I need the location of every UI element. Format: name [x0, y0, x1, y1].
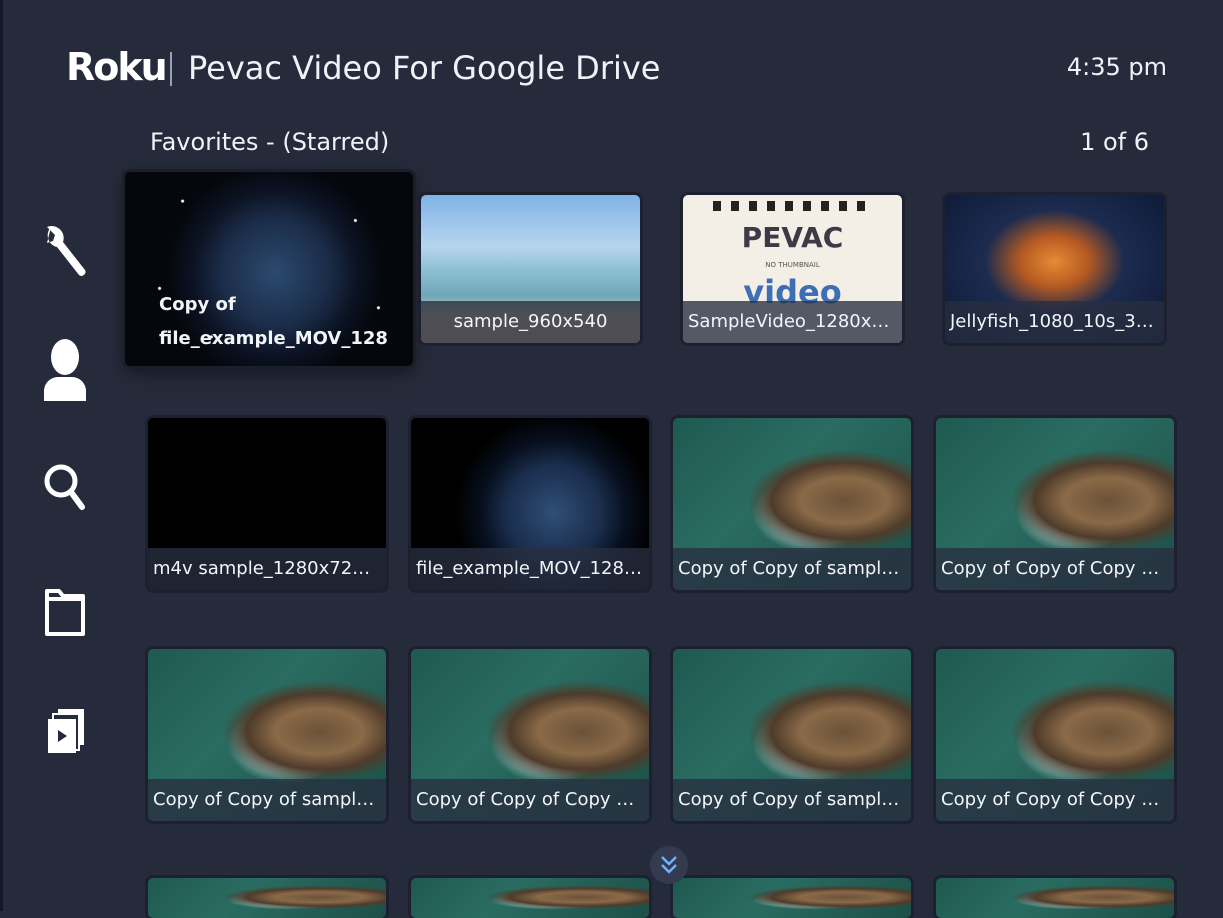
wrench-icon: [47, 226, 86, 276]
video-tile[interactable]: Copy of Copy of Copy of ...: [936, 649, 1174, 821]
video-title: Jellyfish_1080_10s_30...: [945, 301, 1164, 343]
video-title: file_example_MOV_1280...: [411, 548, 649, 590]
video-thumbnail: [936, 878, 1174, 918]
frame-edge: [0, 0, 3, 911]
pevac-brand: PEVAC: [741, 221, 844, 254]
title-divider: [170, 52, 172, 86]
video-title: Copy of Copy of sample_...: [148, 779, 386, 821]
video-title: SampleVideo_1280x72...: [683, 301, 902, 343]
video-tile[interactable]: Copy of Copy of Copy of ...: [411, 649, 649, 821]
section-title: Favorites - (Starred): [150, 128, 390, 156]
clock: 4:35 pm: [1066, 53, 1167, 81]
chevron-down-icon: [661, 856, 677, 874]
sidebar-item-playlists[interactable]: [40, 694, 90, 764]
video-tile[interactable]: [411, 878, 649, 918]
video-tile[interactable]: [148, 878, 386, 918]
video-tile[interactable]: Copy of Copy of sample_...: [148, 649, 386, 821]
roku-logo: Roku: [66, 45, 168, 89]
video-title: Copy of file_example_MOV_128: [125, 288, 413, 356]
no-thumbnail-text: NO THUMBNAIL: [765, 261, 820, 269]
video-title: Copy of Copy of Copy of ...: [411, 779, 649, 821]
video-title: Copy of Copy of sample_...: [673, 779, 911, 821]
video-tile[interactable]: m4v sample_1280x720_s...: [148, 418, 386, 590]
video-tile[interactable]: Copy of Copy of sample_...: [673, 649, 911, 821]
video-tile[interactable]: sample_960x540: [421, 195, 640, 343]
video-tile[interactable]: Copy of file_example_MOV_128: [125, 172, 413, 366]
user-icon: [44, 339, 86, 401]
sidebar-item-settings[interactable]: [40, 216, 90, 286]
video-thumbnail: [411, 878, 649, 918]
page-indicator: 1 of 6: [1080, 128, 1149, 156]
video-title-line: Copy of: [159, 294, 236, 315]
film-strip-icon: [713, 201, 872, 211]
app-title: Pevac Video For Google Drive: [188, 49, 661, 87]
video-title: sample_960x540: [421, 301, 640, 343]
folder-icon: [45, 589, 85, 636]
video-tile[interactable]: Jellyfish_1080_10s_30...: [945, 195, 1164, 343]
video-tile[interactable]: Copy of Copy of sample_...: [673, 418, 911, 590]
video-title: m4v sample_1280x720_s...: [148, 548, 386, 590]
video-title: Copy of Copy of sample_...: [673, 548, 911, 590]
video-tile[interactable]: [673, 878, 911, 918]
playlist-icon: [48, 709, 84, 753]
video-tile[interactable]: [936, 878, 1174, 918]
video-tile[interactable]: Copy of Copy of Copy of ...: [936, 418, 1174, 590]
video-title: Copy of Copy of Copy of ...: [936, 548, 1174, 590]
video-tile[interactable]: file_example_MOV_1280...: [411, 418, 649, 590]
sidebar-item-search[interactable]: [40, 454, 90, 524]
video-thumbnail: [148, 878, 386, 918]
video-title: Copy of Copy of Copy of ...: [936, 779, 1174, 821]
video-thumbnail: [673, 878, 911, 918]
search-icon: [44, 464, 85, 510]
sidebar-item-folders[interactable]: [40, 574, 90, 644]
sidebar-item-account[interactable]: [40, 334, 90, 404]
video-title-line: file_example_MOV_128: [159, 328, 388, 349]
video-tile[interactable]: PEVAC NO THUMBNAIL video SampleVideo_128…: [683, 195, 902, 343]
scroll-down-button[interactable]: [650, 846, 688, 884]
